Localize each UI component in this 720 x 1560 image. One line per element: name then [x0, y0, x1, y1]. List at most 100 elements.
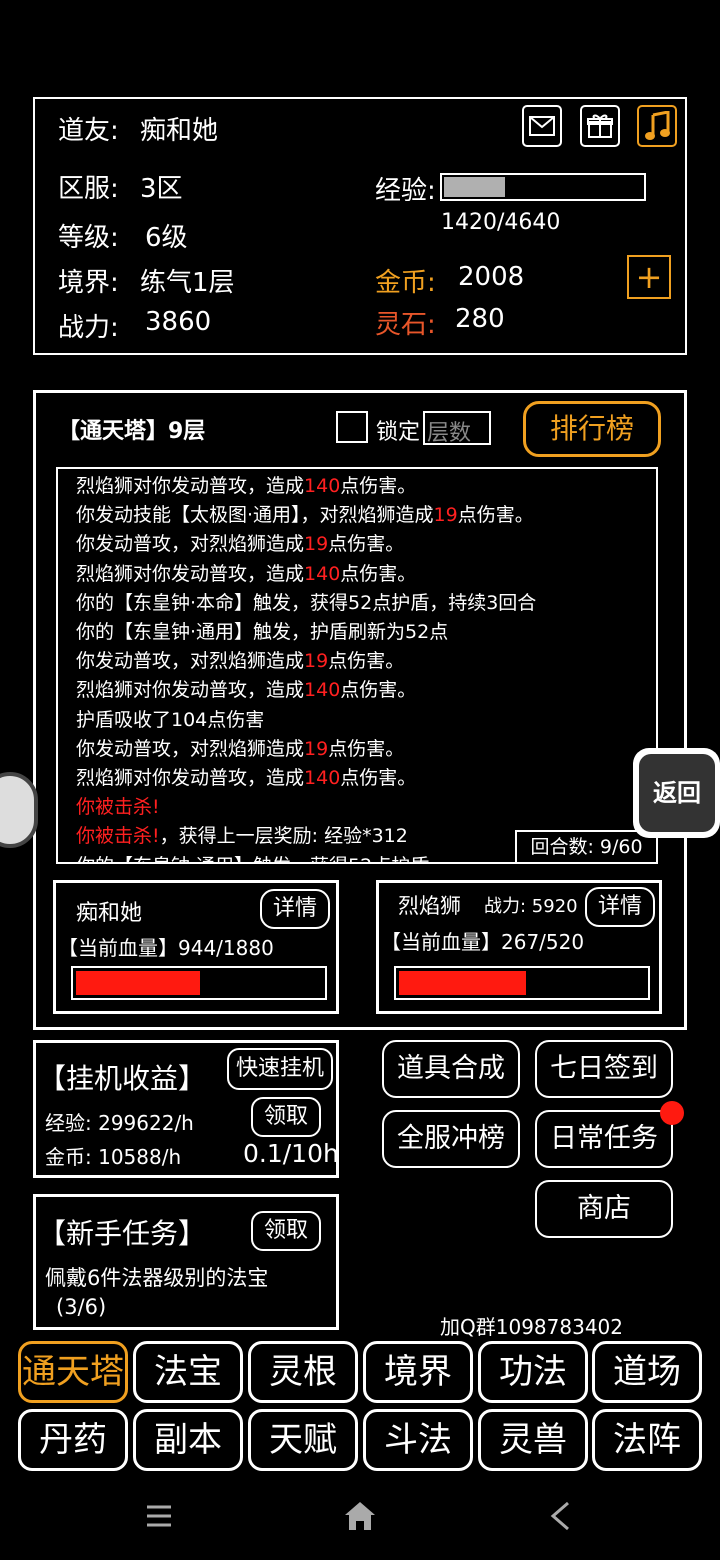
nav-item-道场[interactable]: 道场 — [592, 1341, 702, 1403]
nav-item-斗法[interactable]: 斗法 — [363, 1409, 473, 1471]
add-currency-button[interactable]: + — [627, 255, 671, 299]
log-text: 烈焰狮对你发动普攻，造成 — [76, 767, 305, 789]
round-text: 回合数: 9/60 — [530, 836, 643, 858]
log-text: 点伤害。 — [328, 533, 405, 556]
log-highlight: 140 — [304, 475, 341, 497]
nav-item-灵根[interactable]: 灵根 — [248, 1341, 358, 1403]
nav-item-功法[interactable]: 功法 — [478, 1341, 588, 1403]
ranking-button[interactable]: 排行榜 — [523, 401, 661, 457]
level-label: 等级: — [58, 223, 119, 253]
log-highlight: 你被击杀! — [76, 825, 160, 848]
battle-log-line: 你的【东皇钟·本命】触发，获得52点护盾，持续3回合 — [76, 588, 536, 615]
battle-log-line: 你发动普攻，对烈焰狮造成19点伤害。 — [76, 529, 404, 556]
lock-checkbox[interactable] — [336, 411, 368, 443]
log-highlight: 140 — [304, 767, 341, 789]
exp-progress-bar — [440, 173, 646, 201]
enemy-name: 烈焰狮 — [398, 894, 461, 918]
mail-button[interactable] — [522, 105, 562, 147]
newbie-claim-button[interactable]: 领取 — [251, 1211, 321, 1251]
log-text: 点伤害。 — [328, 737, 405, 760]
gold-label: 金币: — [375, 268, 436, 298]
log-text: 点伤害。 — [328, 650, 405, 673]
idle-gold: 金币: 10588/h — [45, 1145, 182, 1169]
player-combat-name: 痴和她 — [76, 901, 143, 926]
player-hp-label: 【当前血量】944/1880 — [58, 936, 274, 960]
daily-task-button[interactable]: 日常任务 — [535, 1110, 673, 1168]
newbie-title: 【新手任务】 — [38, 1217, 207, 1250]
nav-item-法阵[interactable]: 法阵 — [592, 1409, 702, 1471]
log-text: 你发动普攻，对烈焰狮造成 — [76, 533, 305, 556]
name-label: 道友: — [58, 116, 119, 146]
nav-item-灵兽[interactable]: 灵兽 — [478, 1409, 588, 1471]
return-button[interactable]: 返回 — [633, 748, 720, 838]
newbie-task-progress: (3/6) — [56, 1295, 107, 1319]
player-detail-button[interactable]: 详情 — [260, 889, 330, 929]
newbie-task-text: 佩戴6件法器级别的法宝 — [45, 1266, 269, 1290]
return-button-face: 返回 — [639, 754, 715, 832]
stone-label: 灵石: — [375, 310, 436, 340]
log-text: 点伤害。 — [340, 475, 417, 497]
log-highlight: 19 — [304, 533, 329, 556]
battle-log-line: 烈焰狮对你发动普攻，造成140点伤害。 — [76, 559, 416, 586]
server-ranking-button[interactable]: 全服冲榜 — [382, 1110, 520, 1168]
power-label: 战力: — [58, 313, 119, 343]
log-text: 点伤害。 — [340, 679, 417, 702]
server-label: 区服: — [58, 174, 119, 204]
battle-log-line: 你的【东皇钟·通用】触发，获得52点护盾 — [76, 851, 429, 862]
idle-exp: 经验: 299622/h — [45, 1111, 194, 1135]
player-name: 痴和她 — [140, 116, 219, 146]
server-value: 3区 — [140, 174, 183, 204]
exp-label: 经验: — [375, 176, 436, 206]
power-value: 3860 — [145, 307, 212, 337]
home-icon[interactable] — [344, 1500, 376, 1532]
notification-dot — [660, 1101, 684, 1125]
gift-button[interactable] — [580, 105, 620, 147]
enemy-hp-bar — [394, 966, 650, 1000]
back-icon[interactable] — [548, 1500, 572, 1532]
nav-item-通天塔[interactable]: 通天塔 — [18, 1341, 128, 1403]
shop-button[interactable]: 商店 — [535, 1180, 673, 1238]
nav-item-法宝[interactable]: 法宝 — [133, 1341, 243, 1403]
battle-log[interactable]: 烈焰狮对你发动普攻，造成140点伤害。 你发动技能【太极图·通用】，对烈焰狮造成1… — [56, 467, 658, 864]
level-value: 6级 — [145, 223, 188, 253]
menu-icon[interactable] — [145, 1502, 173, 1530]
log-highlight: 你被击杀! — [76, 796, 160, 819]
floating-assistive-button[interactable] — [0, 772, 38, 848]
idle-title: 【挂机收益】 — [38, 1062, 207, 1095]
seven-day-checkin-label: 七日签到 — [550, 1053, 658, 1084]
battle-log-line: 烈焰狮对你发动普攻，造成140点伤害。 — [76, 471, 416, 498]
nav-item-天赋[interactable]: 天赋 — [248, 1409, 358, 1471]
nav-item-境界[interactable]: 境界 — [363, 1341, 473, 1403]
quick-idle-button[interactable]: 快速挂机 — [227, 1048, 333, 1090]
idle-time: 0.1/10h — [243, 1139, 339, 1168]
idle-claim-button[interactable]: 领取 — [251, 1097, 321, 1137]
realm-value: 练气1层 — [140, 268, 235, 298]
floor-input-placeholder: 层数 — [427, 421, 472, 446]
log-highlight: 19 — [433, 504, 458, 527]
item-synthesis-button[interactable]: 道具合成 — [382, 1040, 520, 1098]
log-text: 你的【东皇钟·本命】触发，获得52点护盾，持续3回合 — [76, 591, 537, 614]
nav-item-丹药[interactable]: 丹药 — [18, 1409, 128, 1471]
enemy-detail-button[interactable]: 详情 — [585, 887, 655, 927]
nav-item-副本[interactable]: 副本 — [133, 1409, 243, 1471]
battle-log-line: 你发动普攻，对烈焰狮造成19点伤害。 — [76, 734, 404, 761]
log-text: ，获得上一层奖励: 经验*312 — [159, 825, 408, 848]
music-button[interactable] — [637, 105, 677, 147]
floor-input[interactable]: 层数 — [423, 411, 491, 446]
enemy-hp-label: 【当前血量】267/520 — [381, 930, 585, 954]
log-text: 你发动技能【太极图·通用】，对烈焰狮造成 — [76, 504, 434, 527]
return-label: 返回 — [653, 779, 701, 807]
battle-log-line: 烈焰狮对你发动普攻，造成140点伤害。 — [76, 675, 416, 702]
player-hp-fill — [76, 971, 201, 995]
tower-title: 【通天塔】9层 — [58, 419, 206, 444]
exp-value: 1420/4640 — [441, 210, 561, 235]
server-ranking-label: 全服冲榜 — [397, 1123, 505, 1154]
battle-log-line: 你被击杀!，获得上一层奖励: 经验*312 — [76, 821, 408, 848]
log-text: 你发动普攻，对烈焰狮造成 — [76, 737, 305, 760]
ranking-label: 排行榜 — [549, 412, 634, 445]
seven-day-checkin-button[interactable]: 七日签到 — [535, 1040, 673, 1098]
battle-log-line: 你的【东皇钟·通用】触发，护盾刷新为52点 — [76, 617, 448, 644]
gift-icon — [587, 114, 613, 138]
battle-log-line: 烈焰狮对你发动普攻，造成140点伤害。 — [76, 763, 416, 790]
battle-log-line: 你发动技能【太极图·通用】，对烈焰狮造成19点伤害。 — [76, 500, 534, 527]
